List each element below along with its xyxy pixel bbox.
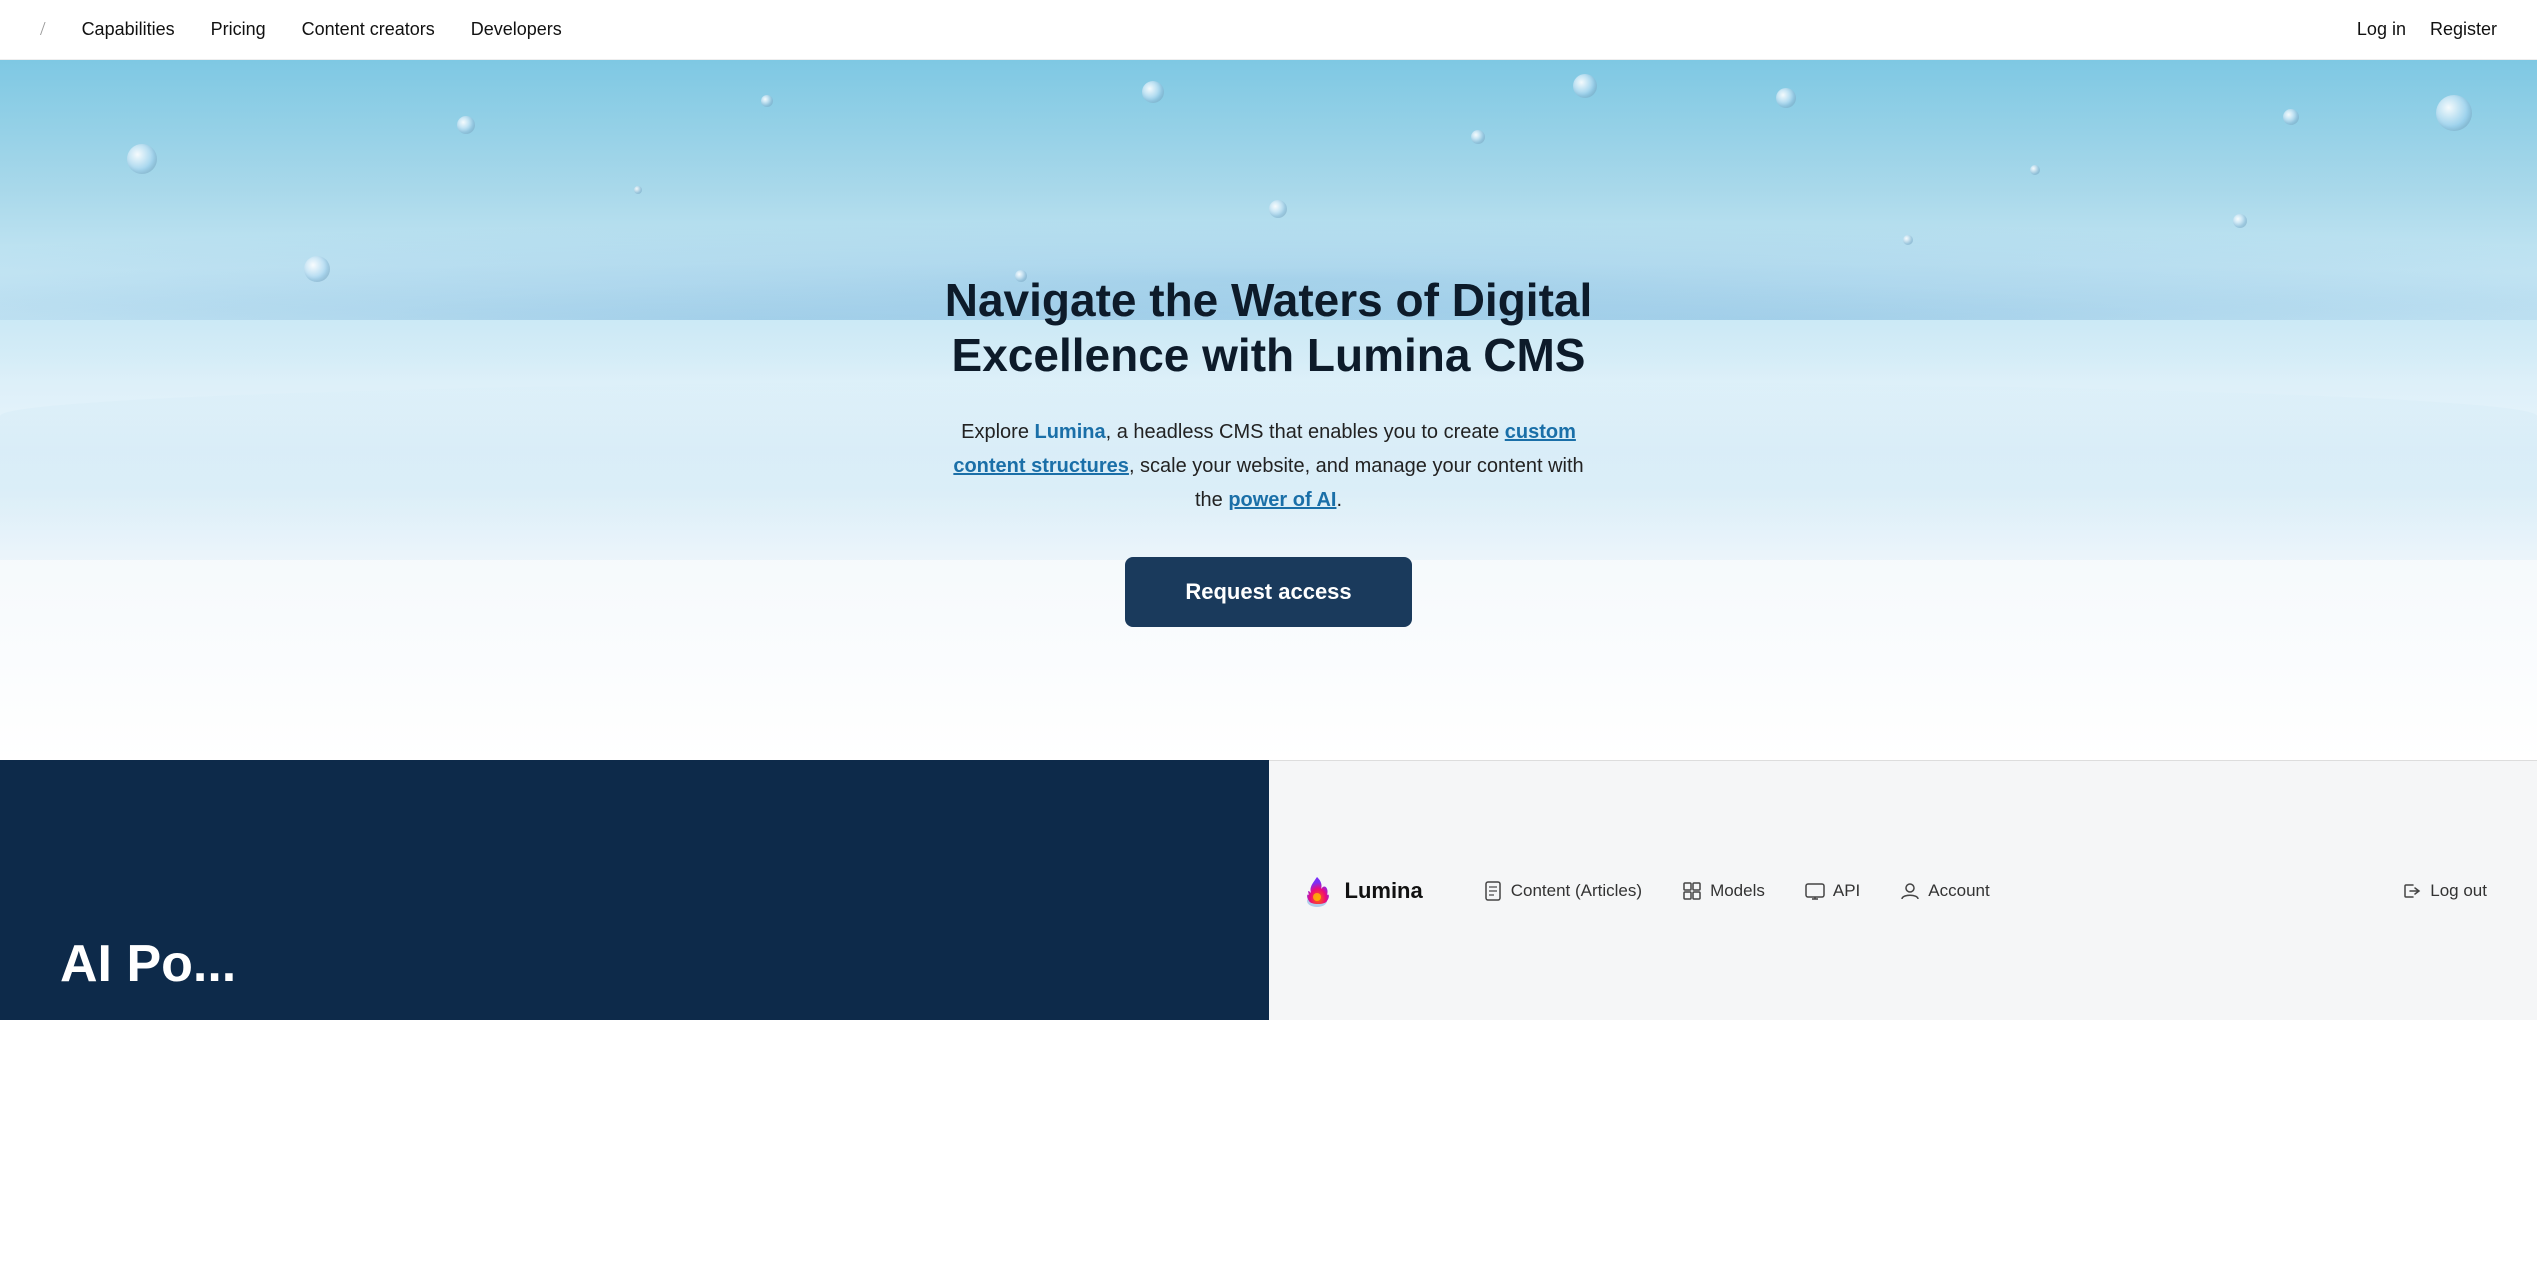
nav-register[interactable]: Register: [2430, 19, 2497, 40]
appbar-models-label: Models: [1710, 881, 1765, 901]
hero-content: Navigate the Waters of Digital Excellenc…: [919, 273, 1619, 627]
nav-pricing[interactable]: Pricing: [211, 19, 266, 40]
subtitle-lumina-link[interactable]: Lumina: [1035, 421, 1106, 443]
appbar-logout[interactable]: Log out: [2382, 871, 2507, 911]
hero-section: Navigate the Waters of Digital Excellenc…: [0, 60, 2537, 760]
nav-login[interactable]: Log in: [2357, 19, 2406, 40]
app-bar-nav: Content (Articles) Models API: [1463, 871, 2507, 911]
bottom-right-panel: Lumina Content (Articles) Models: [1269, 760, 2537, 1020]
hero-subtitle: Explore Lumina, a headless CMS that enab…: [939, 415, 1599, 517]
subtitle-after-custom: , scale your website, and manage your co…: [1129, 455, 1584, 511]
app-logo-text: Lumina: [1345, 878, 1423, 904]
appbar-api-label: API: [1833, 881, 1860, 901]
monitor-icon: [1805, 881, 1825, 901]
app-bar: Lumina Content (Articles) Models: [1269, 760, 2537, 1020]
appbar-api[interactable]: API: [1785, 871, 1880, 911]
subtitle-period: .: [1336, 489, 1342, 511]
appbar-logout-label: Log out: [2430, 881, 2487, 901]
user-icon: [1900, 881, 1920, 901]
request-access-button[interactable]: Request access: [1125, 557, 1411, 627]
nav-content-creators[interactable]: Content creators: [302, 19, 435, 40]
subtitle-after-lumina: , a headless CMS that enables you to cre…: [1106, 421, 1505, 443]
document-icon: [1483, 881, 1503, 901]
app-logo: Lumina: [1299, 873, 1423, 909]
appbar-account[interactable]: Account: [1880, 871, 2009, 911]
appbar-models[interactable]: Models: [1662, 871, 1785, 911]
hero-title: Navigate the Waters of Digital Excellenc…: [939, 273, 1599, 383]
subtitle-power-ai-link[interactable]: power of AI: [1228, 489, 1336, 511]
bottom-left-panel: AI Po...: [0, 760, 1269, 1020]
section-title: AI Po...: [60, 938, 236, 990]
subtitle-explore: Explore: [961, 421, 1034, 443]
nav-slash: /: [40, 18, 46, 41]
nav-developers[interactable]: Developers: [471, 19, 562, 40]
appbar-content-articles-label: Content (Articles): [1511, 881, 1642, 901]
nav-capabilities[interactable]: Capabilities: [82, 19, 175, 40]
appbar-content-articles[interactable]: Content (Articles): [1463, 871, 1662, 911]
bottom-section: AI Po...: [0, 760, 2537, 1020]
main-nav: / Capabilities Pricing Content creators …: [0, 0, 2537, 60]
appbar-account-label: Account: [1928, 881, 1989, 901]
flame-icon: [1299, 873, 1335, 909]
logout-icon: [2402, 881, 2422, 901]
grid-icon: [1682, 881, 1702, 901]
